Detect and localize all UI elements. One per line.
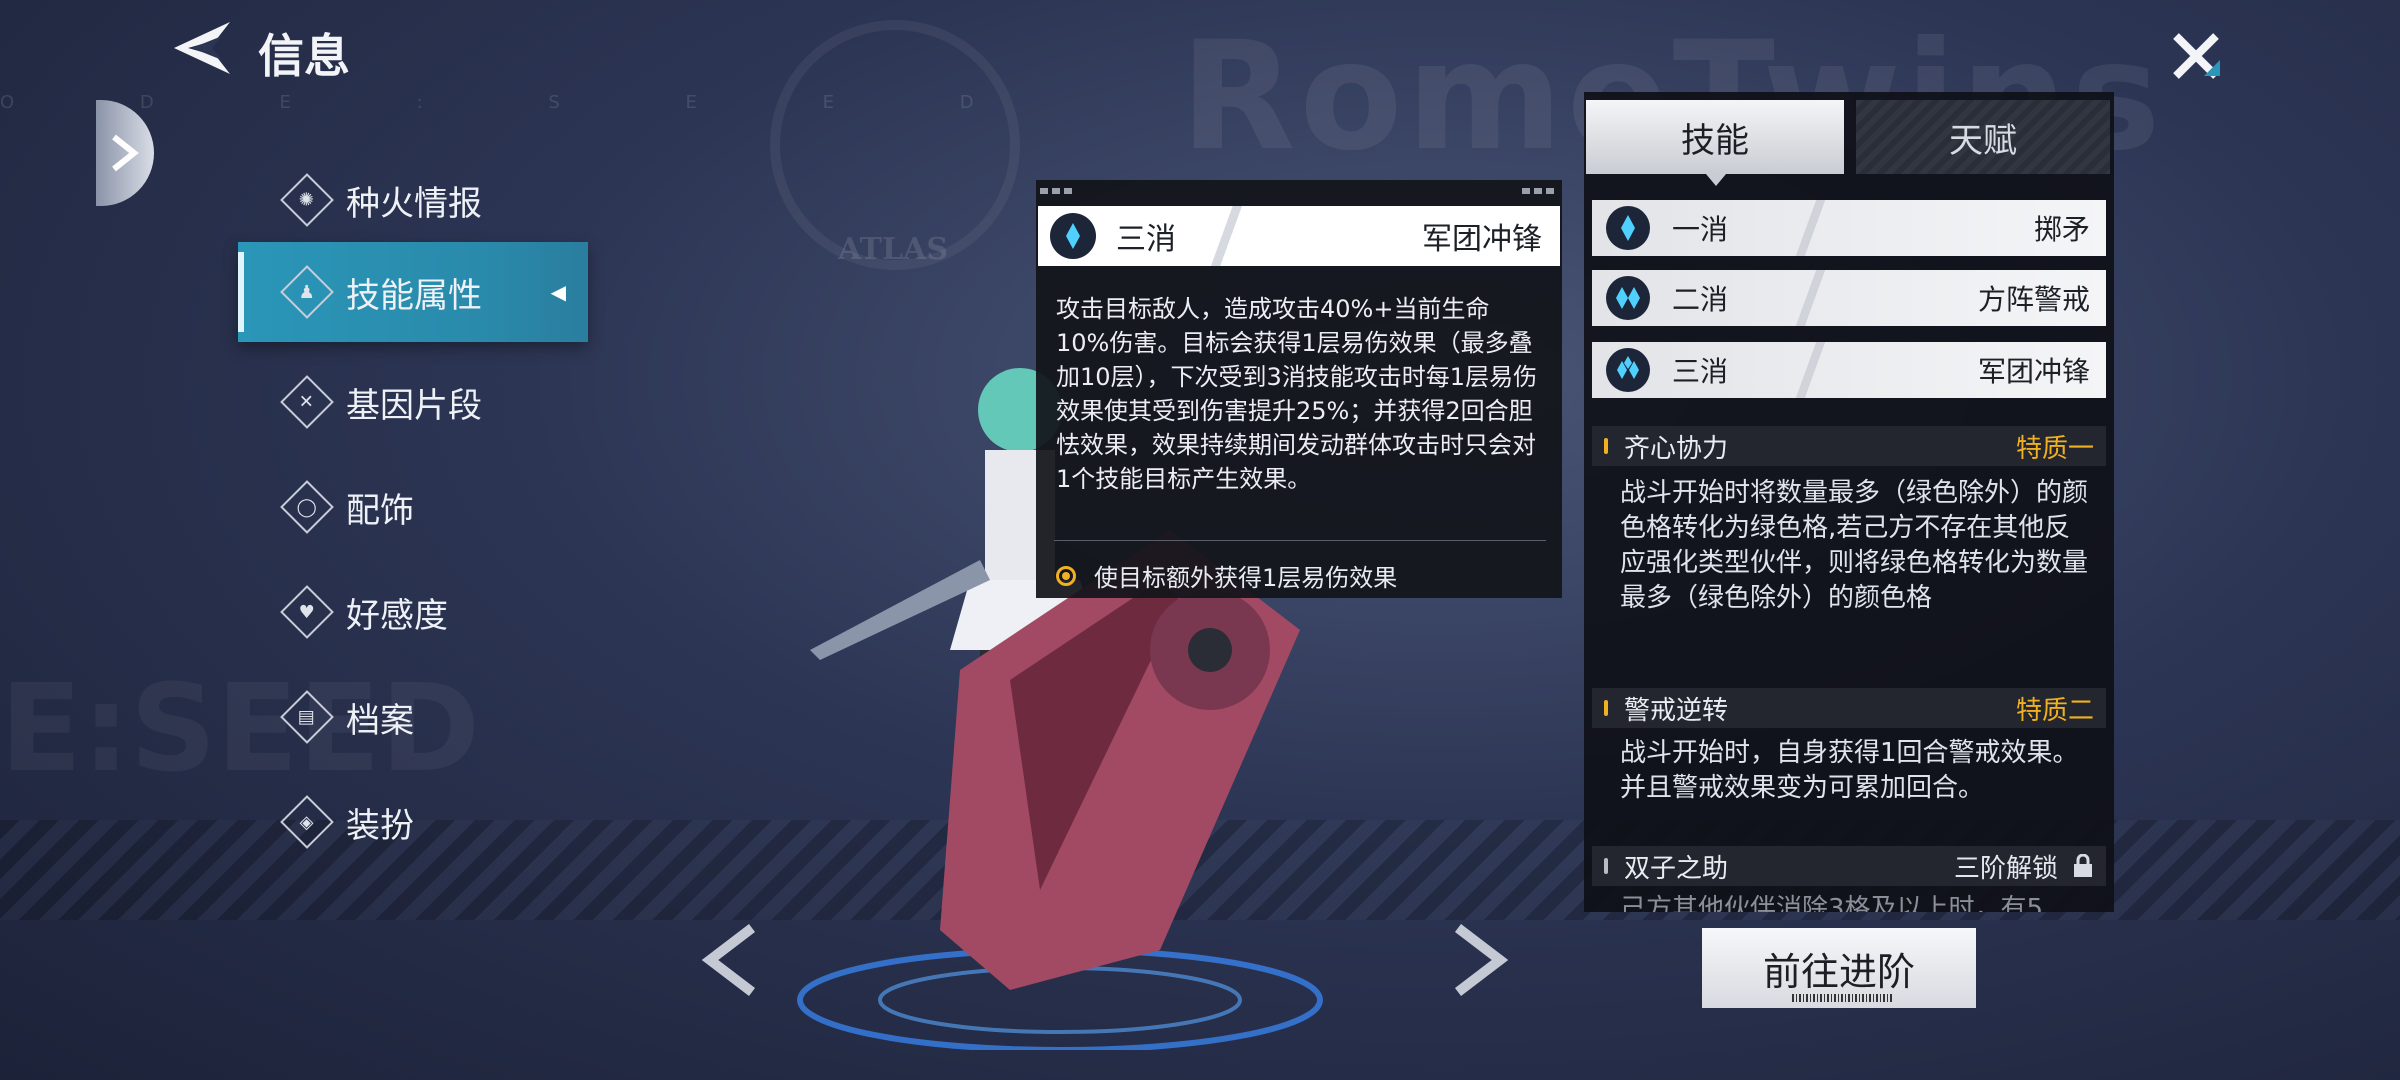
triple-diamond-icon <box>1606 348 1650 392</box>
skill-name: 掷矛 <box>2033 213 2090 246</box>
trait-marker <box>1604 700 1608 716</box>
header-slash-decoration <box>1208 206 1248 266</box>
single-diamond-icon <box>1606 206 1650 250</box>
skill-detail-popup: 三消 军团冲锋 攻击目标敌人，造成攻击40%+当前生命10%伤害。目标会获得1层… <box>1036 180 1562 598</box>
menu-item-label: 基因片段 <box>346 385 482 426</box>
menu-item-archive[interactable]: ▤ 档案 <box>238 667 588 767</box>
row-slash-decoration <box>1792 270 1832 326</box>
row-slash-decoration <box>1792 342 1832 398</box>
menu-item-label: 装扮 <box>346 805 414 846</box>
menu-item-outfit[interactable]: ◈ 装扮 <box>238 772 588 872</box>
skill-row-2[interactable]: 二消 方阵警戒 <box>1592 270 2106 326</box>
popup-skill-description: 攻击目标敌人，造成攻击40%+当前生命10%伤害。目标会获得1层易伤效果（最多叠… <box>1056 295 1538 493</box>
outfit-icon: ◈ <box>280 795 334 849</box>
flame-icon: ✺ <box>280 173 334 227</box>
trait-tag: 特质一 <box>2015 433 2094 464</box>
side-panel-toggle[interactable] <box>96 100 154 206</box>
popup-upgrade-bullet: 使目标额外获得1层易伤效果 <box>1056 558 1397 593</box>
row-slash-decoration <box>1792 200 1832 256</box>
lock-icon <box>2074 854 2092 877</box>
file-icon: ▤ <box>280 690 334 744</box>
menu-item-label: 技能属性 <box>346 275 482 316</box>
trait-2-description: 战斗开始时，自身获得1回合警戒效果。并且警戒效果变为可累加回合。 <box>1620 738 2079 803</box>
menu-item-label: 好感度 <box>346 595 448 636</box>
trait-name: 双子之助 <box>1624 853 1729 884</box>
skill-icon: ♟ <box>280 265 334 319</box>
back-arrow-icon[interactable] <box>170 18 236 78</box>
trait-1-header: 齐心协力 特质一 <box>1592 426 2106 466</box>
trait-tag: 特质二 <box>2015 695 2094 726</box>
popup-top-bar <box>1036 180 1562 206</box>
menu-item-affection[interactable]: ♥ 好感度 <box>238 562 588 662</box>
skill-level: 二消 <box>1672 283 1729 316</box>
close-icon[interactable] <box>2166 26 2226 86</box>
menu-item-skills[interactable]: ♟ 技能属性 ◀ <box>238 242 588 342</box>
advance-button[interactable]: 前往进阶 <box>1702 928 1976 1008</box>
trait-name: 齐心协力 <box>1624 433 1729 464</box>
skill-name: 军团冲锋 <box>1977 355 2090 388</box>
trait-name: 警戒逆转 <box>1624 695 1729 726</box>
next-character-arrow-icon[interactable] <box>1440 920 1510 1000</box>
heart-icon: ♥ <box>280 585 334 639</box>
skill-panel: 技能 天赋 一消 掷矛 二消 方阵警戒 三消 军团冲锋 齐心协力 特质一 战斗开… <box>1584 92 2114 912</box>
triple-diamond-icon <box>1050 213 1096 259</box>
skill-row-1[interactable]: 一消 掷矛 <box>1592 200 2106 256</box>
panel-tabs: 技能 天赋 <box>1584 92 2114 186</box>
popup-header: 三消 军团冲锋 <box>1038 206 1560 266</box>
advance-button-label: 前往进阶 <box>1762 949 1915 994</box>
previous-character-arrow-icon[interactable] <box>700 920 770 1000</box>
trait-marker <box>1604 438 1608 454</box>
menu-item-label: 配饰 <box>346 490 414 531</box>
trait-2-header: 警戒逆转 特质二 <box>1592 688 2106 728</box>
menu-item-intel[interactable]: ✺ 种火情报 <box>238 150 588 250</box>
chevron-right-icon <box>112 134 139 172</box>
menu-item-label: 种火情报 <box>346 183 482 224</box>
skill-level: 三消 <box>1672 355 1729 388</box>
skill-name: 方阵警戒 <box>1977 283 2090 316</box>
popup-upgrade-text: 使目标额外获得1层易伤效果 <box>1094 564 1398 592</box>
trait-3-description: 己方其他伙伴消除3格及以上时，有5 <box>1620 894 2044 912</box>
gene-icon: ✕ <box>280 375 334 429</box>
trait-3-header: 双子之助 三阶解锁 <box>1592 846 2106 886</box>
skill-row-3[interactable]: 三消 军团冲锋 <box>1592 342 2106 398</box>
tab-skills[interactable]: 技能 <box>1586 100 1844 186</box>
barcode-decoration <box>1792 994 1892 1002</box>
trait-unlock-tag: 三阶解锁 <box>1953 853 2058 884</box>
caret-left-icon: ◀ <box>550 280 566 304</box>
popup-divider <box>1054 540 1546 541</box>
bullet-dot-icon <box>1056 565 1076 586</box>
menu-item-gene[interactable]: ✕ 基因片段 <box>238 352 588 452</box>
skill-level: 一消 <box>1672 213 1729 246</box>
page-title: 信息 <box>258 29 350 83</box>
menu-item-label: 档案 <box>346 700 414 741</box>
trait-marker <box>1604 858 1608 874</box>
popup-skill-name: 军团冲锋 <box>1422 222 1542 257</box>
popup-skill-level: 三消 <box>1116 222 1176 257</box>
tab-talents[interactable]: 天赋 <box>1856 100 2110 174</box>
menu-item-accessory[interactable]: ◯ 配饰 <box>238 457 588 557</box>
accessory-icon: ◯ <box>280 480 334 534</box>
double-diamond-icon <box>1606 276 1650 320</box>
trait-1-description: 战斗开始时将数量最多（绿色除外）的颜色格转化为绿色格,若己方不存在其他反应强化类… <box>1620 478 2089 613</box>
